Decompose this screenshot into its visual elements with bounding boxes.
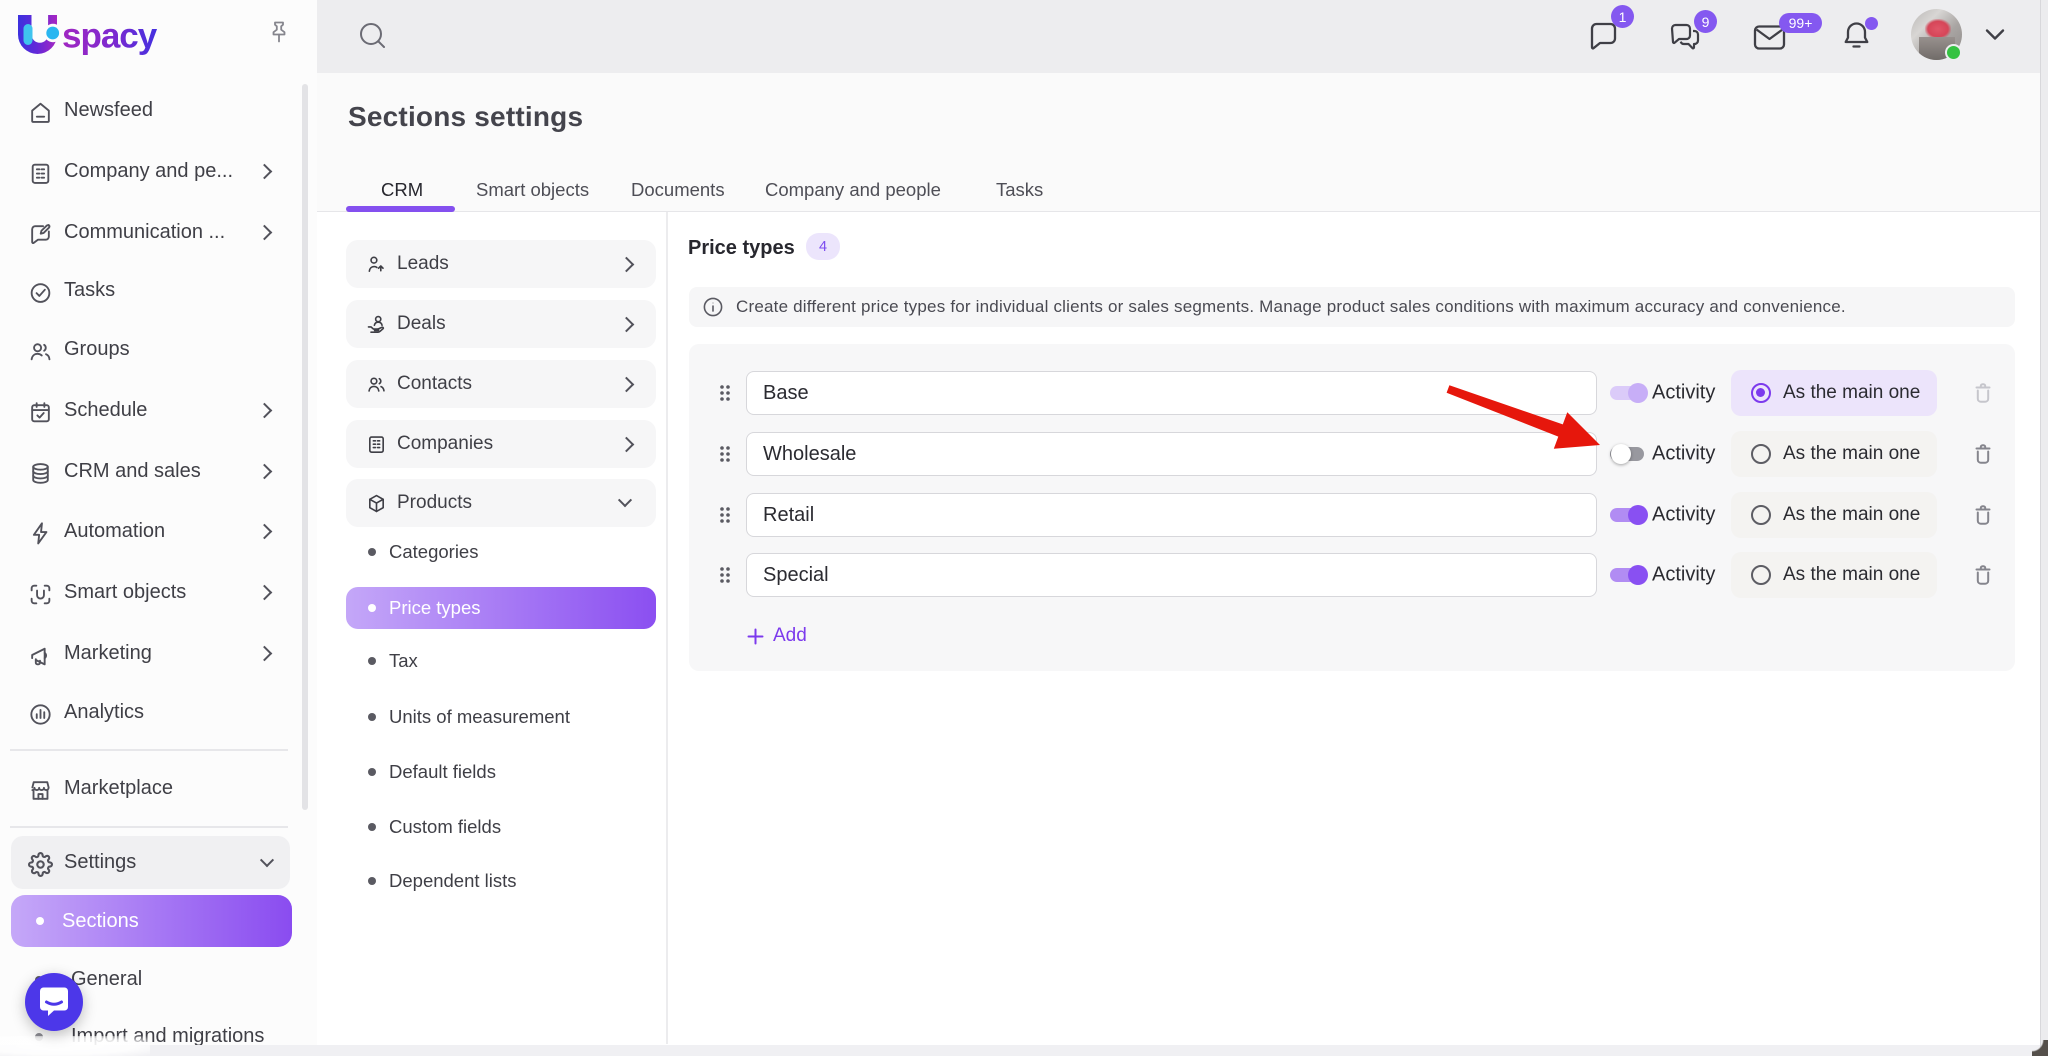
svg-text:spacy: spacy bbox=[62, 17, 158, 56]
